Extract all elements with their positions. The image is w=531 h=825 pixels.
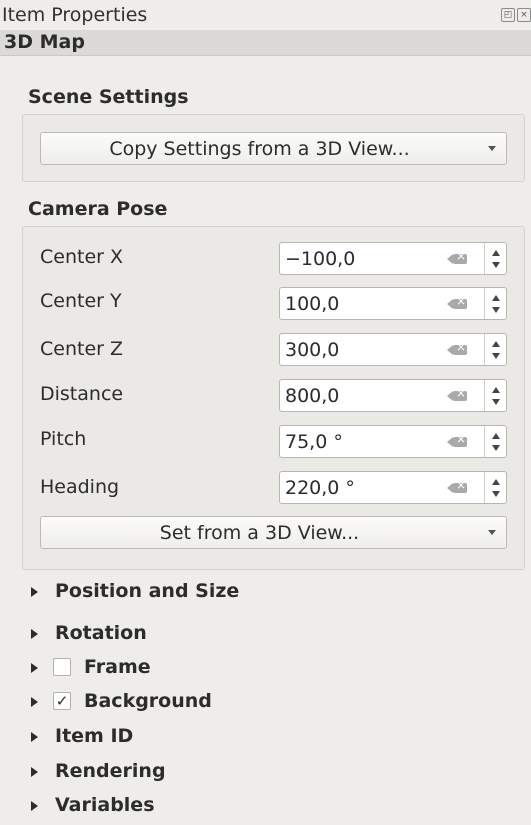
close-icon[interactable]: × [517, 8, 531, 22]
set-from-3d-view-label: Set from a 3D View... [159, 522, 360, 544]
center-x-label: Center X [40, 246, 124, 268]
center-y-value[interactable]: 100,0 [285, 293, 339, 315]
spinbox-separator [484, 288, 485, 319]
distance-label: Distance [40, 383, 124, 405]
copy-settings-button[interactable]: Copy Settings from a 3D View... [40, 132, 507, 165]
panel-titlebar: Item Properties ◰ × [0, 0, 531, 30]
background-checkbox[interactable]: ✓ [53, 692, 71, 710]
spin-down-icon[interactable] [492, 445, 500, 451]
expand-triangle-icon[interactable] [31, 629, 38, 639]
center-z-spinbox[interactable]: 300,0 [279, 333, 507, 366]
heading-value[interactable]: 220,0 ° [285, 477, 355, 499]
center-x-value[interactable]: −100,0 [285, 248, 355, 270]
checkmark-icon: ✓ [55, 692, 69, 710]
section-label: Variables [55, 794, 155, 816]
expand-triangle-icon[interactable] [31, 767, 38, 777]
camera-pose-title: Camera Pose [28, 198, 168, 220]
dropdown-arrow-icon [488, 530, 496, 535]
spin-down-icon[interactable] [492, 399, 500, 405]
center-z-label: Center Z [40, 338, 124, 360]
spin-down-icon[interactable] [492, 307, 500, 313]
clear-icon[interactable] [447, 294, 467, 309]
frame-checkbox[interactable] [53, 658, 71, 676]
expand-triangle-icon[interactable] [31, 801, 38, 811]
section-label: Item ID [55, 725, 134, 747]
distance-spinbox[interactable]: 800,0 [279, 379, 507, 412]
spinbox-separator [484, 426, 485, 457]
panel-title: Item Properties [2, 4, 148, 26]
spin-up-icon[interactable] [492, 341, 500, 347]
pitch-label: Pitch [40, 428, 87, 450]
clear-icon[interactable] [447, 432, 467, 447]
spinbox-separator [484, 380, 485, 411]
spin-down-icon[interactable] [492, 262, 500, 268]
spin-up-icon[interactable] [492, 479, 500, 485]
heading-label: Heading [40, 476, 120, 498]
section-label: Background [84, 690, 212, 712]
clear-icon[interactable] [447, 340, 467, 355]
heading-spinbox[interactable]: 220,0 ° [279, 471, 507, 504]
section-label: Rendering [55, 760, 166, 782]
section-label: Rotation [55, 622, 147, 644]
item-type-label: 3D Map [4, 31, 85, 53]
copy-settings-label: Copy Settings from a 3D View... [109, 138, 410, 160]
section-label: Position and Size [55, 580, 240, 602]
expand-triangle-icon[interactable] [31, 697, 38, 707]
section-label: Frame [84, 656, 151, 678]
spinbox-separator [484, 243, 485, 274]
spin-up-icon[interactable] [492, 295, 500, 301]
expand-triangle-icon[interactable] [31, 587, 38, 597]
spin-up-icon[interactable] [492, 250, 500, 256]
center-y-label: Center Y [40, 290, 122, 312]
dropdown-arrow-icon [488, 146, 496, 151]
spin-up-icon[interactable] [492, 387, 500, 393]
expand-triangle-icon[interactable] [31, 732, 38, 742]
set-from-3d-view-button[interactable]: Set from a 3D View... [40, 516, 507, 549]
center-y-spinbox[interactable]: 100,0 [279, 287, 507, 320]
clear-icon[interactable] [447, 249, 467, 264]
spin-up-icon[interactable] [492, 433, 500, 439]
distance-value[interactable]: 800,0 [285, 385, 339, 407]
spinbox-separator [484, 334, 485, 365]
clear-icon[interactable] [447, 478, 467, 493]
float-icon[interactable]: ◰ [501, 8, 515, 22]
scene-settings-title: Scene Settings [28, 86, 189, 108]
clear-icon[interactable] [447, 386, 467, 401]
expand-triangle-icon[interactable] [31, 663, 38, 673]
item-type-header: 3D Map [0, 30, 531, 56]
center-z-value[interactable]: 300,0 [285, 339, 339, 361]
spin-down-icon[interactable] [492, 353, 500, 359]
spinbox-separator [484, 472, 485, 503]
pitch-value[interactable]: 75,0 ° [285, 431, 343, 453]
center-x-spinbox[interactable]: −100,0 [279, 242, 507, 275]
spin-down-icon[interactable] [492, 491, 500, 497]
pitch-spinbox[interactable]: 75,0 ° [279, 425, 507, 458]
